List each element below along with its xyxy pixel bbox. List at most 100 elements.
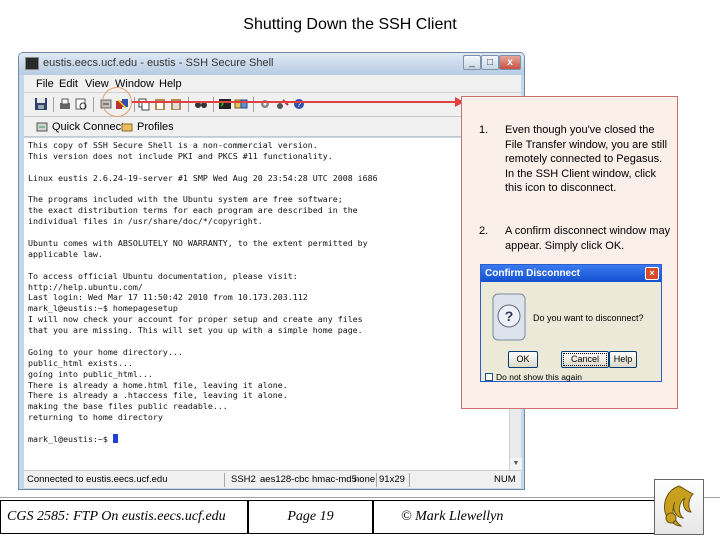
menu-view[interactable]: View: [85, 78, 109, 90]
footer-author: © Mark Llewellyn: [373, 500, 655, 534]
pointer-arrow-line: [132, 101, 462, 103]
terminal-line: public_html exists...: [28, 357, 133, 368]
dont-show-again-checkbox[interactable]: Do not show this again: [485, 372, 582, 382]
terminal-line: This version does not include PKI and PK…: [28, 150, 333, 161]
menu-file[interactable]: File: [36, 78, 54, 90]
terminal-line: individual files in /usr/share/doc/*/cop…: [28, 216, 263, 227]
profiles-label: Profiles: [137, 121, 174, 133]
paste-icon[interactable]: [153, 97, 167, 111]
settings-icon[interactable]: [258, 97, 272, 111]
toolbar: ?: [24, 93, 521, 117]
terminal-line: This copy of SSH Secure Shell is a non-c…: [28, 140, 318, 150]
window-title: eustis.eecs.ucf.edu - eustis - SSH Secur…: [43, 57, 274, 69]
terminal-line: making the base files public readable...: [28, 401, 228, 412]
status-cipher: aes128-cbc: [260, 474, 310, 485]
profiles-folder-icon: [121, 123, 133, 132]
dialog-titlebar[interactable]: Confirm Disconnect ×: [481, 265, 661, 282]
terminal-line: There is already a home.html file, leavi…: [28, 379, 288, 390]
dialog-close-icon[interactable]: ×: [645, 267, 659, 280]
minimize-button[interactable]: _: [463, 55, 481, 70]
help-icon[interactable]: ?: [292, 97, 306, 111]
window-titlebar[interactable]: eustis.eecs.ucf.edu - eustis - SSH Secur…: [19, 53, 524, 75]
new-terminal-icon[interactable]: [218, 97, 232, 111]
dialog-title: Confirm Disconnect: [485, 268, 581, 279]
pegasus-logo-icon: [664, 485, 694, 527]
footer-page: Page 19: [248, 500, 373, 534]
footer-divider: [0, 497, 720, 498]
step-number: 1.: [479, 124, 489, 136]
paste-selection-icon[interactable]: [169, 97, 183, 111]
question-icon: ?: [492, 293, 526, 341]
terminal-line: The programs included with the Ubuntu sy…: [28, 194, 343, 205]
profiles-button[interactable]: Profiles: [119, 119, 174, 135]
step-text: Even though you've closed the File Trans…: [505, 124, 668, 194]
status-divider: [376, 473, 377, 487]
terminal-prompt: mark_l@eustis:~$: [28, 434, 113, 445]
terminal-line: Linux eustis 2.6.24-19-server #1 SMP Wed…: [28, 172, 378, 183]
print-preview-icon[interactable]: [74, 97, 88, 111]
terminal-line: the exact distribution terms for each pr…: [28, 205, 358, 216]
terminal-line: Ubuntu comes with ABSOLUTELY NO WARRANTY…: [28, 238, 368, 249]
scroll-down-icon[interactable]: ▼: [510, 458, 522, 470]
terminal-line: I will now check your account for proper…: [28, 314, 363, 325]
status-mac: hmac-md5: [312, 474, 357, 485]
quick-connect-bar: Quick Connect Profiles: [24, 117, 521, 137]
status-size: 91x29: [379, 474, 405, 485]
terminal-line: Last login: Wed Mar 17 11:50:42 2010 fro…: [28, 292, 308, 303]
toolbar-separator: [93, 97, 94, 112]
dialog-ok-button[interactable]: OK: [508, 351, 538, 368]
dialog-cancel-button[interactable]: Cancel: [561, 351, 609, 368]
checkbox-label: Do not show this again: [496, 372, 582, 382]
terminal-app-icon: [25, 57, 39, 70]
svg-text:?: ?: [505, 308, 514, 324]
save-icon[interactable]: [34, 97, 48, 111]
toolbar-separator: [213, 97, 214, 112]
menu-edit[interactable]: Edit: [59, 78, 78, 90]
step-text: A confirm disconnect window may appear. …: [505, 225, 671, 252]
menu-bar: File Edit View Window Help: [24, 75, 521, 93]
quick-connect-icon: [36, 122, 48, 132]
terminal-line: that you are missing. This will set you …: [28, 325, 363, 336]
footer-course: CGS 2585: FTP On eustis.eecs.ucf.edu: [0, 500, 248, 534]
terminal-line: mark_l@eustis:~$ homepagesetup: [28, 303, 178, 314]
ssh-client-window: eustis.eecs.ucf.edu - eustis - SSH Secur…: [18, 52, 525, 490]
terminal-line: To access official Ubuntu documentation,…: [28, 270, 298, 281]
terminal-output[interactable]: This copy of SSH Secure Shell is a non-c…: [24, 138, 509, 470]
copy-icon[interactable]: [137, 97, 151, 111]
terminal-line: http://help.ubuntu.com/: [28, 281, 143, 292]
slide-title: Shutting Down the SSH Client: [243, 16, 457, 33]
status-divider: [409, 473, 410, 487]
find-icon[interactable]: [194, 97, 208, 111]
ucf-pegasus-logo: [654, 479, 704, 535]
file-transfer-icon[interactable]: [234, 97, 248, 111]
close-window-button[interactable]: x: [499, 55, 521, 70]
terminal-line: going into public_html...: [28, 368, 153, 379]
terminal-cursor: [112, 434, 118, 444]
terminal-line: returning to home directory: [28, 412, 163, 423]
profile-settings-icon[interactable]: [276, 97, 290, 111]
menu-help[interactable]: Help: [159, 78, 182, 90]
dialog-help-button[interactable]: Help: [609, 351, 637, 368]
highlight-circle: [102, 87, 132, 117]
checkbox-box[interactable]: [485, 373, 493, 381]
maximize-button[interactable]: □: [481, 55, 499, 70]
dialog-message: Do you want to disconnect?: [533, 313, 644, 323]
quick-connect-label: Quick Connect: [52, 121, 125, 133]
step-number: 2.: [479, 225, 489, 237]
status-bar: Connected to eustis.eecs.ucf.edu SSH2 ae…: [24, 470, 521, 488]
status-protocol: SSH2: [231, 474, 256, 485]
toolbar-separator: [134, 97, 135, 112]
toolbar-separator: [53, 97, 54, 112]
terminal-line: applicable law.: [28, 248, 103, 259]
terminal-prompt-line[interactable]: mark_l@eustis:~$: [28, 434, 509, 445]
status-connected: Connected to eustis.eecs.ucf.edu: [27, 474, 168, 485]
quick-connect-button[interactable]: Quick Connect: [34, 119, 124, 135]
status-num: NUM: [494, 474, 516, 485]
print-icon[interactable]: [58, 97, 72, 111]
